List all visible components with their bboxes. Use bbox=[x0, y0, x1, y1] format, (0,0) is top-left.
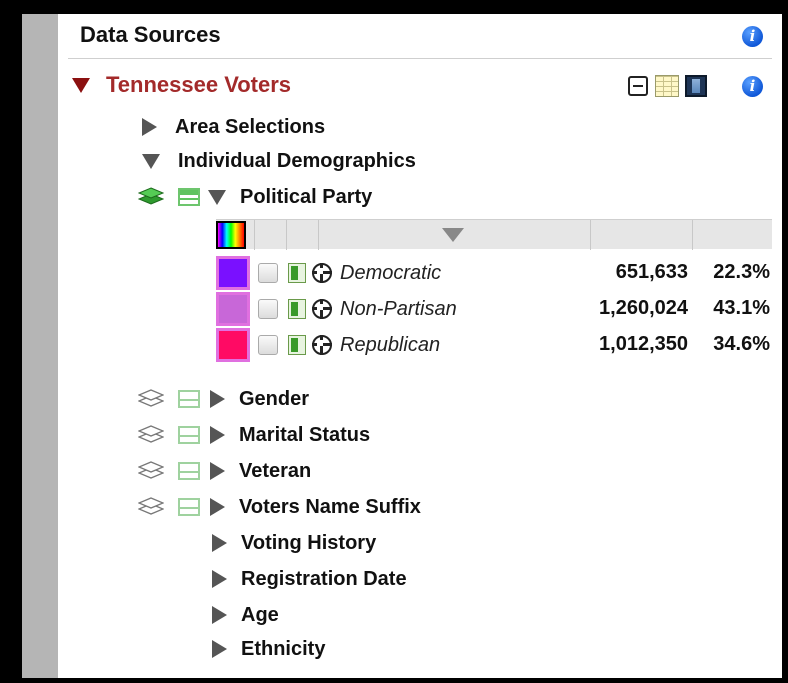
expand-arrow-icon[interactable] bbox=[212, 606, 227, 624]
category-name: Non-Partisan bbox=[340, 297, 457, 320]
data-sources-panel: Data Sources i Tennessee Voters i Area S… bbox=[58, 14, 782, 678]
tree-item-label[interactable]: Age bbox=[241, 604, 279, 627]
sort-arrow-icon[interactable] bbox=[442, 228, 464, 242]
info-icon[interactable]: i bbox=[742, 76, 763, 97]
category-checkbox[interactable] bbox=[258, 335, 278, 355]
expand-arrow-icon[interactable] bbox=[210, 426, 225, 444]
tree-item-voters-name-suffix[interactable]: Voters Name Suffix bbox=[138, 492, 421, 522]
tree-item-area-selections[interactable]: Area Selections bbox=[142, 112, 325, 142]
category-row-democratic[interactable]: Democratic bbox=[216, 256, 550, 290]
tree-item-label[interactable]: Registration Date bbox=[241, 568, 407, 591]
app-frame: Data Sources i Tennessee Voters i Area S… bbox=[0, 0, 788, 683]
grid-icon[interactable] bbox=[655, 75, 679, 97]
color-ramp-icon[interactable] bbox=[216, 221, 246, 249]
tree-item-label[interactable]: Political Party bbox=[240, 186, 372, 209]
column-divider bbox=[286, 220, 287, 250]
tree-item-marital-status[interactable]: Marital Status bbox=[138, 420, 370, 450]
category-percent: 34.6% bbox=[713, 333, 770, 355]
category-row-non-partisan[interactable]: Non-Partisan bbox=[216, 292, 550, 326]
crosshair-icon[interactable] bbox=[312, 335, 332, 355]
source-name[interactable]: Tennessee Voters bbox=[106, 72, 291, 98]
film-icon[interactable] bbox=[685, 75, 707, 97]
tree-item-label[interactable]: Gender bbox=[239, 388, 309, 411]
expand-arrow-icon[interactable] bbox=[210, 498, 225, 516]
tree-item-individual-demographics[interactable]: Individual Demographics bbox=[142, 146, 416, 176]
table-icon[interactable] bbox=[178, 390, 200, 408]
tree-item-label[interactable]: Marital Status bbox=[239, 424, 370, 447]
collapse-arrow-icon[interactable] bbox=[142, 153, 160, 169]
table-icon[interactable] bbox=[178, 426, 200, 444]
tree-item-label[interactable]: Ethnicity bbox=[241, 638, 325, 661]
tree-item-label[interactable]: Area Selections bbox=[175, 116, 325, 139]
tree-item-label[interactable]: Veteran bbox=[239, 460, 311, 483]
expand-arrow-icon[interactable] bbox=[210, 462, 225, 480]
category-percent: 22.3% bbox=[713, 261, 770, 283]
category-count: 1,260,024 bbox=[599, 297, 688, 319]
layers-icon[interactable] bbox=[138, 388, 164, 410]
tree-item-voting-history[interactable]: Voting History bbox=[212, 528, 376, 558]
color-swatch[interactable] bbox=[216, 292, 250, 326]
table-icon[interactable] bbox=[178, 498, 200, 516]
tree-item-label[interactable]: Voters Name Suffix bbox=[239, 496, 421, 519]
tree-item-label[interactable]: Voting History bbox=[241, 532, 376, 555]
crosshair-icon[interactable] bbox=[312, 263, 332, 283]
color-swatch[interactable] bbox=[216, 256, 250, 290]
expand-arrow-icon[interactable] bbox=[210, 390, 225, 408]
tree-item-registration-date[interactable]: Registration Date bbox=[212, 564, 407, 594]
document-icon[interactable] bbox=[288, 263, 306, 283]
expand-arrow-icon[interactable] bbox=[142, 118, 157, 136]
category-percent: 43.1% bbox=[713, 297, 770, 319]
table-icon[interactable] bbox=[178, 188, 200, 206]
category-checkbox[interactable] bbox=[258, 299, 278, 319]
category-name: Democratic bbox=[340, 261, 442, 284]
expand-arrow-icon[interactable] bbox=[212, 570, 227, 588]
tree-item-gender[interactable]: Gender bbox=[138, 384, 309, 414]
column-divider bbox=[692, 220, 693, 250]
source-row[interactable]: Tennessee Voters bbox=[72, 70, 291, 100]
category-checkbox[interactable] bbox=[258, 263, 278, 283]
tree-item-label[interactable]: Individual Demographics bbox=[178, 150, 416, 173]
left-sidebar-strip bbox=[22, 14, 58, 678]
tree-item-veteran[interactable]: Veteran bbox=[138, 456, 311, 486]
minus-box-icon[interactable] bbox=[628, 76, 648, 96]
layers-icon[interactable] bbox=[138, 186, 164, 208]
category-name: Republican bbox=[340, 333, 441, 356]
tree-item-political-party[interactable]: Political Party bbox=[138, 182, 372, 212]
collapse-arrow-icon[interactable] bbox=[208, 189, 226, 205]
tree-item-age[interactable]: Age bbox=[212, 600, 279, 630]
layers-icon[interactable] bbox=[138, 460, 164, 482]
expand-arrow-icon[interactable] bbox=[212, 640, 227, 658]
collapse-arrow-icon[interactable] bbox=[72, 77, 90, 93]
category-count: 1,012,350 bbox=[599, 333, 688, 355]
color-swatch[interactable] bbox=[216, 328, 250, 362]
column-divider bbox=[590, 220, 591, 250]
layers-icon[interactable] bbox=[138, 424, 164, 446]
category-count: 651,633 bbox=[615, 261, 688, 283]
tree-item-ethnicity[interactable]: Ethnicity bbox=[212, 634, 325, 664]
crosshair-icon[interactable] bbox=[312, 299, 332, 319]
column-divider bbox=[254, 220, 255, 250]
category-table-header bbox=[216, 219, 772, 250]
panel-title: Data Sources bbox=[80, 22, 221, 47]
document-icon[interactable] bbox=[288, 299, 306, 319]
layers-icon[interactable] bbox=[138, 496, 164, 518]
info-icon[interactable]: i bbox=[742, 26, 763, 47]
column-divider bbox=[318, 220, 319, 250]
document-icon[interactable] bbox=[288, 335, 306, 355]
table-icon[interactable] bbox=[178, 462, 200, 480]
header-divider bbox=[68, 58, 772, 59]
expand-arrow-icon[interactable] bbox=[212, 534, 227, 552]
category-row-republican[interactable]: Republican bbox=[216, 328, 550, 362]
